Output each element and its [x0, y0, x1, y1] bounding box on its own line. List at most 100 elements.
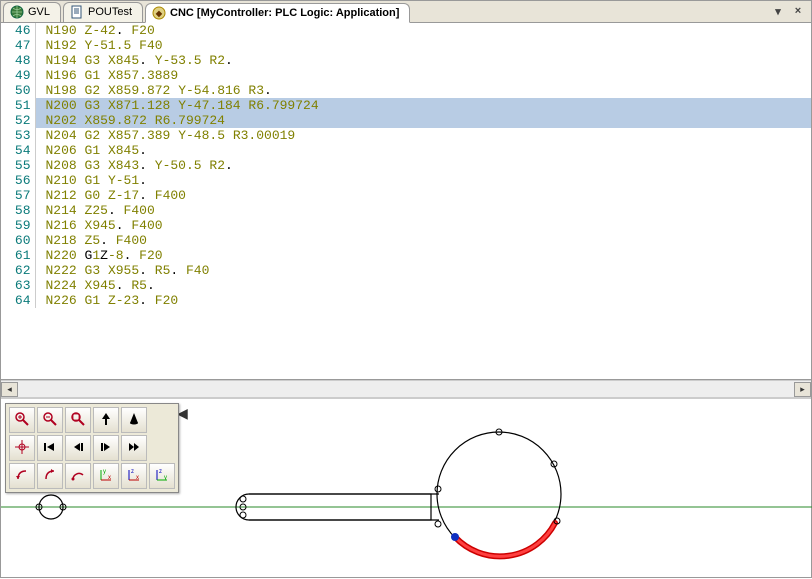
yz-axis-button[interactable]: zy [149, 463, 175, 489]
doc-icon [70, 5, 84, 19]
line-number: 60 [1, 233, 35, 248]
tab-poutest[interactable]: POUTest [63, 2, 143, 22]
code-line[interactable]: 61N220 G1Z-8. F20 [1, 248, 811, 263]
tab-cnc[interactable]: ◆ CNC [MyController: PLC Logic: Applicat… [145, 3, 410, 23]
svg-text:z: z [159, 469, 162, 475]
code-text[interactable]: N192 Y-51.5 F40 [35, 38, 811, 53]
code-text[interactable]: N202 X859.872 R6.799724 [35, 113, 811, 128]
code-text[interactable]: N206 G1 X845. [35, 143, 811, 158]
curve-up-button[interactable] [37, 463, 63, 489]
line-number: 64 [1, 293, 35, 308]
horizontal-scrollbar[interactable]: ◂ ▸ [1, 380, 811, 397]
code-line[interactable]: 53N204 G2 X857.389 Y-48.5 R3.00019 [1, 128, 811, 143]
curve-left-icon [14, 467, 30, 486]
code-line[interactable]: 55N208 G3 X843. Y-50.5 R2. [1, 158, 811, 173]
xz-axis-button[interactable]: zx [121, 463, 147, 489]
cone-button[interactable] [121, 407, 147, 433]
code-text[interactable]: N222 G3 X955. R5. F40 [35, 263, 811, 278]
code-text[interactable]: N216 X945. F400 [35, 218, 811, 233]
curve-left-button[interactable] [9, 463, 35, 489]
code-line[interactable]: 54N206 G1 X845. [1, 143, 811, 158]
minimize-button[interactable]: ▾ [771, 5, 785, 18]
code-line[interactable]: 64N226 G1 Z-23. F20 [1, 293, 811, 308]
ide-window: GVL POUTest ◆ CNC [MyController: PLC Log… [0, 0, 812, 578]
line-number: 50 [1, 83, 35, 98]
zoom-fit-button[interactable] [65, 407, 91, 433]
zoom-fit-icon [70, 411, 86, 430]
line-number: 63 [1, 278, 35, 293]
tab-gvl[interactable]: GVL [3, 2, 61, 22]
code-text[interactable]: N208 G3 X843. Y-50.5 R2. [35, 158, 811, 173]
code-line[interactable]: 51N200 G3 X871.128 Y-47.184 R6.799724 [1, 98, 811, 113]
curve-arc-button[interactable] [65, 463, 91, 489]
code-editor[interactable]: 46N190 Z-42. F2047N192 Y-51.5 F4048N194 … [1, 23, 811, 380]
code-text[interactable]: N190 Z-42. F20 [35, 23, 811, 38]
svg-text:◆: ◆ [155, 9, 163, 18]
zoom-in-icon [14, 411, 30, 430]
code-text[interactable]: N200 G3 X871.128 Y-47.184 R6.799724 [35, 98, 811, 113]
code-text[interactable]: N198 G2 X859.872 Y-54.816 R3. [35, 83, 811, 98]
code-text[interactable]: N224 X945. R5. [35, 278, 811, 293]
crosshair-icon [14, 439, 30, 458]
scroll-right-button[interactable]: ▸ [794, 382, 811, 397]
svg-text:z: z [131, 469, 134, 475]
line-number: 56 [1, 173, 35, 188]
path-node [240, 496, 246, 502]
xy-axis-icon: yx [98, 467, 114, 486]
code-text[interactable]: N194 G3 X845. Y-53.5 R2. [35, 53, 811, 68]
line-number: 51 [1, 98, 35, 113]
code-text[interactable]: N204 G2 X857.389 Y-48.5 R3.00019 [35, 128, 811, 143]
yz-axis-icon: zy [154, 467, 170, 486]
line-number: 58 [1, 203, 35, 218]
zoom-out-button[interactable] [37, 407, 63, 433]
rewind-icon [42, 439, 58, 458]
code-line[interactable]: 58N214 Z25. F400 [1, 203, 811, 218]
selected-path-segment [455, 523, 555, 556]
code-line[interactable]: 56N210 G1 Y-51. [1, 173, 811, 188]
zoom-in-button[interactable] [9, 407, 35, 433]
code-text[interactable]: N214 Z25. F400 [35, 203, 811, 218]
code-line[interactable]: 57N212 G0 Z-17. F400 [1, 188, 811, 203]
xz-axis-icon: zx [126, 467, 142, 486]
scroll-left-button[interactable]: ◂ [1, 382, 18, 397]
code-line[interactable]: 46N190 Z-42. F20 [1, 23, 811, 38]
code-text[interactable]: N196 G1 X857.3889 [35, 68, 811, 83]
line-number: 62 [1, 263, 35, 278]
code-line[interactable]: 50N198 G2 X859.872 Y-54.816 R3. [1, 83, 811, 98]
tab-label: POUTest [88, 6, 132, 18]
code-line[interactable]: 62N222 G3 X955. R5. F40 [1, 263, 811, 278]
code-line[interactable]: 49N196 G1 X857.3889 [1, 68, 811, 83]
xy-axis-button[interactable]: yx [93, 463, 119, 489]
close-button[interactable]: × [791, 5, 805, 18]
code-text[interactable]: N220 G1Z-8. F20 [35, 248, 811, 263]
code-line[interactable]: 52N202 X859.872 R6.799724 [1, 113, 811, 128]
step-back-button[interactable] [65, 435, 91, 461]
code-text[interactable]: N218 Z5. F400 [35, 233, 811, 248]
code-line[interactable]: 59N216 X945. F400 [1, 218, 811, 233]
code-table: 46N190 Z-42. F2047N192 Y-51.5 F4048N194 … [1, 23, 811, 308]
fast-fwd-button[interactable] [121, 435, 147, 461]
line-number: 53 [1, 128, 35, 143]
code-line[interactable]: 47N192 Y-51.5 F40 [1, 38, 811, 53]
code-line[interactable]: 63N224 X945. R5. [1, 278, 811, 293]
code-line[interactable]: 48N194 G3 X845. Y-53.5 R2. [1, 53, 811, 68]
svg-text:y: y [164, 475, 167, 481]
rewind-button[interactable] [37, 435, 63, 461]
tab-controls: ▾ × [771, 5, 811, 18]
code-line[interactable]: 60N218 Z5. F400 [1, 233, 811, 248]
visualization-pane[interactable]: yxzxzy ◀ [1, 397, 811, 577]
globe-icon [10, 5, 24, 19]
up-arrow-button[interactable] [93, 407, 119, 433]
code-text[interactable]: N212 G0 Z-17. F400 [35, 188, 811, 203]
tab-label: GVL [28, 6, 50, 18]
line-number: 61 [1, 248, 35, 263]
line-number: 46 [1, 23, 35, 38]
line-number: 57 [1, 188, 35, 203]
code-text[interactable]: N210 G1 Y-51. [35, 173, 811, 188]
zoom-out-icon [42, 411, 58, 430]
crosshair-button[interactable] [9, 435, 35, 461]
tab-bar: GVL POUTest ◆ CNC [MyController: PLC Log… [1, 1, 811, 23]
svg-text:y: y [103, 469, 106, 475]
code-text[interactable]: N226 G1 Z-23. F20 [35, 293, 811, 308]
step-fwd-button[interactable] [93, 435, 119, 461]
